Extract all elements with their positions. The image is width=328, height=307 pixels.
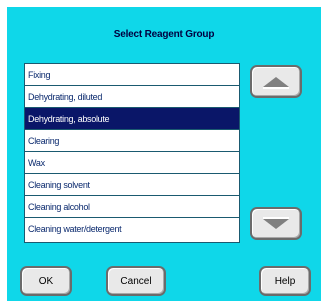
reagent-group-list[interactable]: Fixing Dehydrating, diluted Dehydrating,…: [24, 63, 240, 243]
list-item[interactable]: Wax: [25, 152, 239, 174]
help-button[interactable]: Help: [259, 266, 311, 296]
select-reagent-group-dialog: Select Reagent Group Fixing Dehydrating,…: [7, 7, 321, 301]
cancel-button[interactable]: Cancel: [106, 266, 166, 296]
list-item[interactable]: Dehydrating, diluted: [25, 86, 239, 108]
dialog-title: Select Reagent Group: [113, 29, 215, 40]
list-item[interactable]: Cleaning alcohol: [25, 196, 239, 218]
list-item[interactable]: Cleaning solvent: [25, 174, 239, 196]
scroll-up-button[interactable]: [250, 65, 302, 98]
triangle-down-icon: [263, 216, 289, 229]
list-item[interactable]: Fixing: [25, 64, 239, 86]
scroll-down-button[interactable]: [250, 207, 302, 240]
list-item-selected[interactable]: Dehydrating, absolute: [25, 108, 239, 130]
triangle-up-icon: [263, 76, 289, 89]
ok-button[interactable]: OK: [20, 266, 72, 296]
list-item[interactable]: Cleaning water/detergent: [25, 218, 239, 240]
list-item[interactable]: Clearing: [25, 130, 239, 152]
